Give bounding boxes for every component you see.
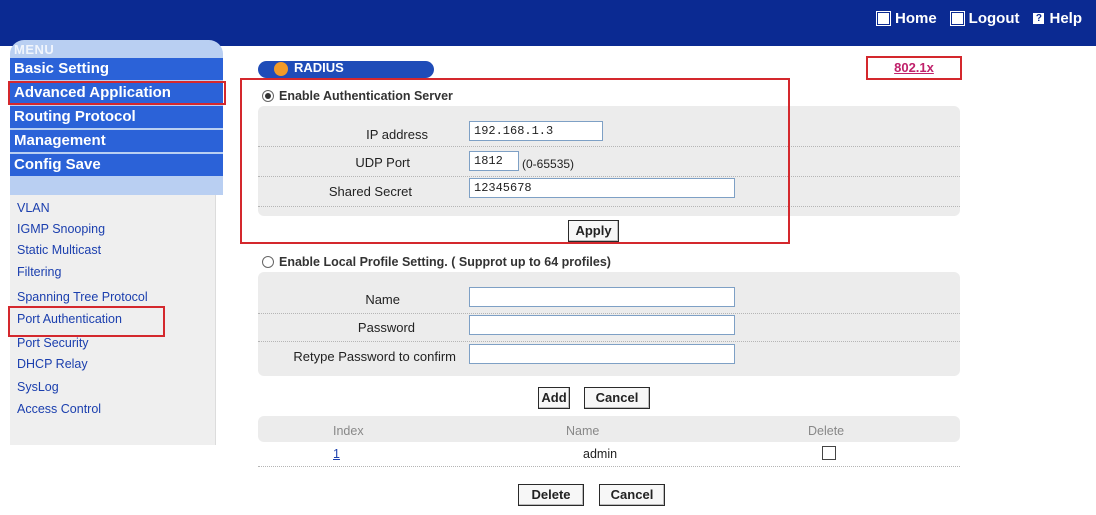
delete-button[interactable]: Delete bbox=[518, 484, 584, 506]
section-title: RADIUS bbox=[294, 60, 344, 75]
name-input[interactable] bbox=[469, 287, 735, 307]
password-label: Password bbox=[357, 320, 415, 335]
radius-bullet-icon bbox=[274, 62, 288, 76]
logout-icon bbox=[950, 12, 964, 25]
help-link[interactable]: ? Help bbox=[1033, 10, 1082, 27]
submenu-igmp-snooping[interactable]: IGMP Snooping bbox=[17, 222, 105, 236]
highlight-port-authentication bbox=[8, 306, 165, 337]
menu-item-management[interactable]: Management bbox=[10, 130, 223, 152]
column-header-name: Name bbox=[566, 424, 600, 438]
row-separator bbox=[258, 313, 960, 314]
submenu-access-control[interactable]: Access Control bbox=[17, 402, 101, 416]
submenu-dhcp-relay[interactable]: DHCP Relay bbox=[17, 357, 88, 371]
menu-item-routing-protocol[interactable]: Routing Protocol bbox=[10, 106, 223, 128]
help-link-label: Help bbox=[1049, 10, 1082, 27]
menu-item-config-save[interactable]: Config Save bbox=[10, 154, 223, 176]
add-button[interactable]: Add bbox=[538, 387, 570, 409]
menu-title: MENU bbox=[14, 42, 55, 57]
logout-link-label: Logout bbox=[968, 10, 1020, 27]
retype-password-label: Retype Password to confirm bbox=[293, 349, 456, 364]
submenu-spanning-tree-protocol[interactable]: Spanning Tree Protocol bbox=[17, 290, 148, 304]
home-link[interactable]: Home bbox=[876, 10, 937, 27]
submenu-port-security[interactable]: Port Security bbox=[17, 336, 89, 350]
submenu-vlan[interactable]: VLAN bbox=[17, 201, 50, 215]
row-separator bbox=[258, 341, 960, 342]
column-header-index: Index bbox=[333, 424, 364, 438]
home-icon bbox=[876, 12, 890, 25]
help-icon: ? bbox=[1033, 13, 1045, 24]
local-profile-label: Enable Local Profile Setting. ( Supprot … bbox=[279, 255, 611, 269]
column-header-delete: Delete bbox=[808, 424, 845, 438]
profile-row-index-link[interactable]: 1 bbox=[333, 447, 340, 461]
submenu-filtering[interactable]: Filtering bbox=[17, 265, 61, 279]
highlight-advanced-application bbox=[8, 81, 226, 105]
logout-link[interactable]: Logout bbox=[950, 10, 1020, 27]
submenu-static-multicast[interactable]: Static Multicast bbox=[17, 243, 101, 257]
bottom-cancel-button[interactable]: Cancel bbox=[599, 484, 665, 506]
profile-row-delete-checkbox[interactable] bbox=[822, 446, 836, 460]
highlight-auth-server-section bbox=[240, 78, 790, 244]
password-input[interactable] bbox=[469, 315, 735, 335]
cancel-button[interactable]: Cancel bbox=[584, 387, 650, 409]
submenu-syslog[interactable]: SysLog bbox=[17, 380, 59, 394]
name-label: Name bbox=[365, 292, 400, 307]
protocol-tag-link[interactable]: 802.1x bbox=[866, 56, 962, 80]
retype-password-input[interactable] bbox=[469, 344, 735, 364]
home-link-label: Home bbox=[894, 10, 937, 27]
local-profile-radio[interactable] bbox=[262, 256, 274, 268]
top-links: Home Logout ? Help bbox=[876, 10, 1082, 27]
row-separator bbox=[258, 466, 960, 467]
menu-item-basic-setting[interactable]: Basic Setting bbox=[10, 58, 223, 80]
profile-row-name: admin bbox=[583, 447, 618, 461]
